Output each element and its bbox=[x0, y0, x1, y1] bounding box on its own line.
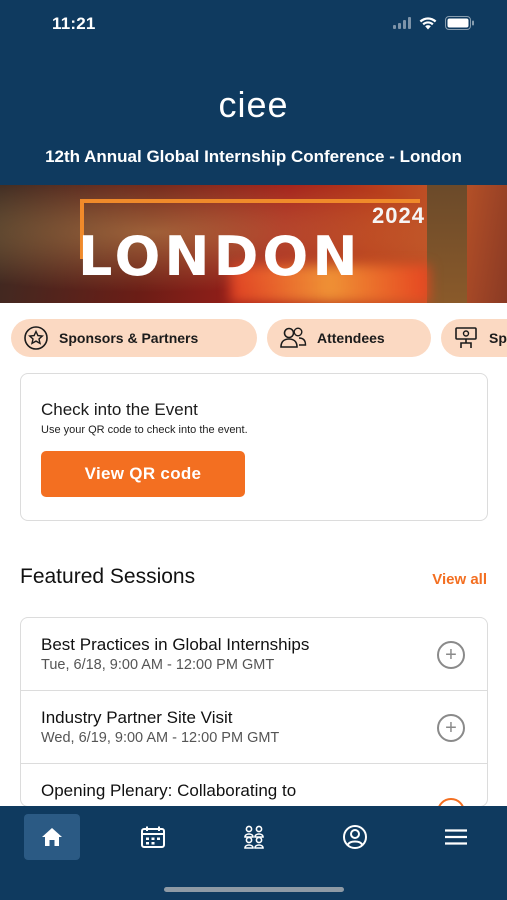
people-icon bbox=[280, 327, 307, 348]
banner-year: 2024 bbox=[372, 203, 425, 228]
signal-icon bbox=[393, 17, 411, 29]
battery-icon bbox=[445, 16, 474, 30]
session-row[interactable]: Best Practices in Global Internships Tue… bbox=[21, 618, 487, 691]
checkin-title: Check into the Event bbox=[41, 400, 198, 419]
session-row[interactable]: Industry Partner Site Visit Wed, 6/19, 9… bbox=[21, 691, 487, 764]
add-session-icon[interactable]: + bbox=[437, 714, 465, 742]
event-banner: 2024 LONDON bbox=[0, 185, 507, 303]
checkin-card: Check into the Event Use your QR code to… bbox=[20, 373, 488, 521]
status-time: 11:21 bbox=[52, 14, 96, 33]
status-bar: 11:21 bbox=[0, 12, 507, 36]
status-icons bbox=[393, 16, 475, 30]
session-row[interactable]: Opening Plenary: Collaborating to + bbox=[21, 764, 487, 806]
session-name: Opening Plenary: Collaborating to bbox=[41, 781, 297, 800]
chip-label: Attendees bbox=[317, 330, 385, 346]
checkin-subtitle: Use your QR code to check into the event… bbox=[41, 424, 248, 436]
big-ben-graphic bbox=[427, 185, 467, 303]
banner-city: LONDON bbox=[78, 225, 362, 288]
calendar-icon bbox=[141, 826, 165, 848]
chip-speakers[interactable]: Sp bbox=[441, 319, 507, 357]
home-indicator bbox=[164, 887, 344, 892]
session-time: Wed, 6/19, 9:00 AM - 12:00 PM GMT bbox=[41, 730, 280, 746]
people-group-icon bbox=[244, 825, 264, 849]
conference-title: 12th Annual Global Internship Conference… bbox=[45, 147, 462, 166]
app-header: 11:21 ciee 12th Annual Global Internship… bbox=[0, 0, 507, 185]
view-all-link[interactable]: View all bbox=[432, 571, 487, 588]
session-time: Tue, 6/18, 9:00 AM - 12:00 PM GMT bbox=[41, 657, 275, 673]
session-name: Industry Partner Site Visit bbox=[41, 708, 233, 727]
wifi-icon bbox=[419, 16, 437, 29]
tab-menu[interactable] bbox=[428, 814, 484, 860]
featured-sessions-list: Best Practices in Global Internships Tue… bbox=[20, 617, 488, 807]
chip-label: Sp bbox=[489, 330, 507, 346]
home-icon bbox=[42, 828, 62, 846]
chip-sponsors-partners[interactable]: Sponsors & Partners bbox=[11, 319, 257, 357]
chip-attendees[interactable]: Attendees bbox=[267, 319, 431, 357]
bottom-tab-bar bbox=[0, 806, 507, 900]
tab-profile[interactable] bbox=[327, 814, 383, 860]
quick-links: Sponsors & Partners Attendees Sp bbox=[11, 319, 507, 357]
speaker-icon bbox=[455, 327, 477, 348]
add-session-icon[interactable]: + bbox=[437, 641, 465, 669]
profile-icon bbox=[343, 825, 367, 849]
tab-agenda[interactable] bbox=[125, 814, 181, 860]
tab-home[interactable] bbox=[24, 814, 80, 860]
ciee-logo: ciee bbox=[218, 84, 289, 125]
tab-attendees[interactable] bbox=[226, 814, 282, 860]
star-badge-icon bbox=[24, 326, 48, 350]
menu-icon bbox=[445, 829, 467, 845]
featured-sessions-heading: Featured Sessions bbox=[20, 565, 196, 588]
session-name: Best Practices in Global Internships bbox=[41, 635, 310, 654]
chip-label: Sponsors & Partners bbox=[59, 330, 199, 346]
view-qr-code-button[interactable]: View QR code bbox=[41, 451, 245, 497]
